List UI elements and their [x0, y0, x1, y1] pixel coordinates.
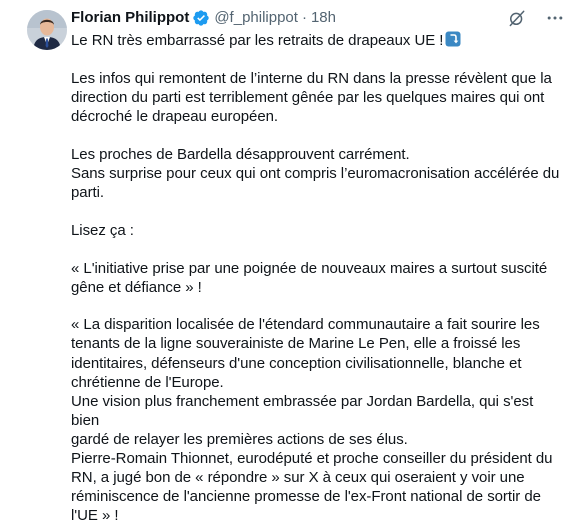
grok-icon[interactable] [507, 8, 527, 28]
text-line: décroché le drapeau européen. [71, 107, 279, 125]
more-options-icon[interactable] [545, 8, 565, 28]
text-line: identitaires, défenseurs d'une conceptio… [71, 354, 522, 372]
tweet-card[interactable]: Florian Philippot @f_philippot · 18h Le … [0, 0, 579, 524]
text-line: « L'initiative prise par une poignée de … [71, 259, 548, 277]
text-line: Les proches de Bardella désapprouvent ca… [71, 145, 410, 163]
text-line: réminiscence de l'ancienne promesse de l… [71, 488, 541, 506]
tweet-header: Florian Philippot @f_philippot · 18h [71, 8, 565, 28]
tweet-paragraph: Les proches de Bardella désapprouvent ca… [71, 145, 565, 202]
author-avatar[interactable] [27, 10, 67, 50]
tweet-paragraph: « La disparition localisée de l'étendard… [71, 315, 565, 525]
tweet-paragraph: Le RN très embarrassé par les retraits d… [71, 31, 565, 50]
tweet-text: Le RN très embarrassé par les retraits d… [71, 31, 565, 525]
text-line: gardé de relayer les premières actions d… [71, 430, 408, 448]
text-line: « La disparition localisée de l'étendard… [71, 316, 540, 334]
text-line: Les infos qui remontent de l’interne du … [71, 69, 552, 87]
tweet-paragraph: Les infos qui remontent de l’interne du … [71, 69, 565, 126]
tweet-timestamp[interactable]: 18h [311, 8, 336, 28]
avatar-photo [27, 10, 67, 50]
text-line: RN, a jugé bon de « répondre » sur X à c… [71, 469, 525, 487]
text-line: gêne et défiance » ! [71, 278, 202, 296]
author-name[interactable]: Florian Philippot [71, 8, 189, 28]
header-separator: · [301, 9, 307, 26]
tweet-paragraph: « L'initiative prise par une poignée de … [71, 259, 565, 297]
text-line: l'UE » ! [71, 507, 119, 525]
header-actions [507, 8, 565, 28]
text-line: chrétienne de l'Europe. [71, 373, 224, 391]
verified-badge-icon[interactable] [192, 9, 210, 27]
text-line: parti. [71, 183, 105, 201]
text-line: tenants de la ligne souverainiste de Mar… [71, 335, 521, 353]
text-line: Une vision plus franchement embrassée pa… [71, 392, 534, 429]
right-arrow-curving-down-emoji-icon [445, 31, 461, 47]
text-line: Lisez ça : [71, 221, 134, 239]
tweet-content: Florian Philippot @f_philippot · 18h Le … [71, 8, 565, 525]
text-line: direction du parti est terriblement gêné… [71, 88, 545, 106]
text-line: Pierre-Romain Thionnet, eurodéputé et pr… [71, 450, 553, 468]
text-line: Sans surprise pour ceux qui ont compris … [71, 164, 560, 182]
author-handle[interactable]: @f_philippot [214, 8, 298, 28]
text-line: Le RN très embarrassé par les retraits d… [71, 32, 444, 49]
tweet-paragraph: Lisez ça : [71, 221, 565, 240]
